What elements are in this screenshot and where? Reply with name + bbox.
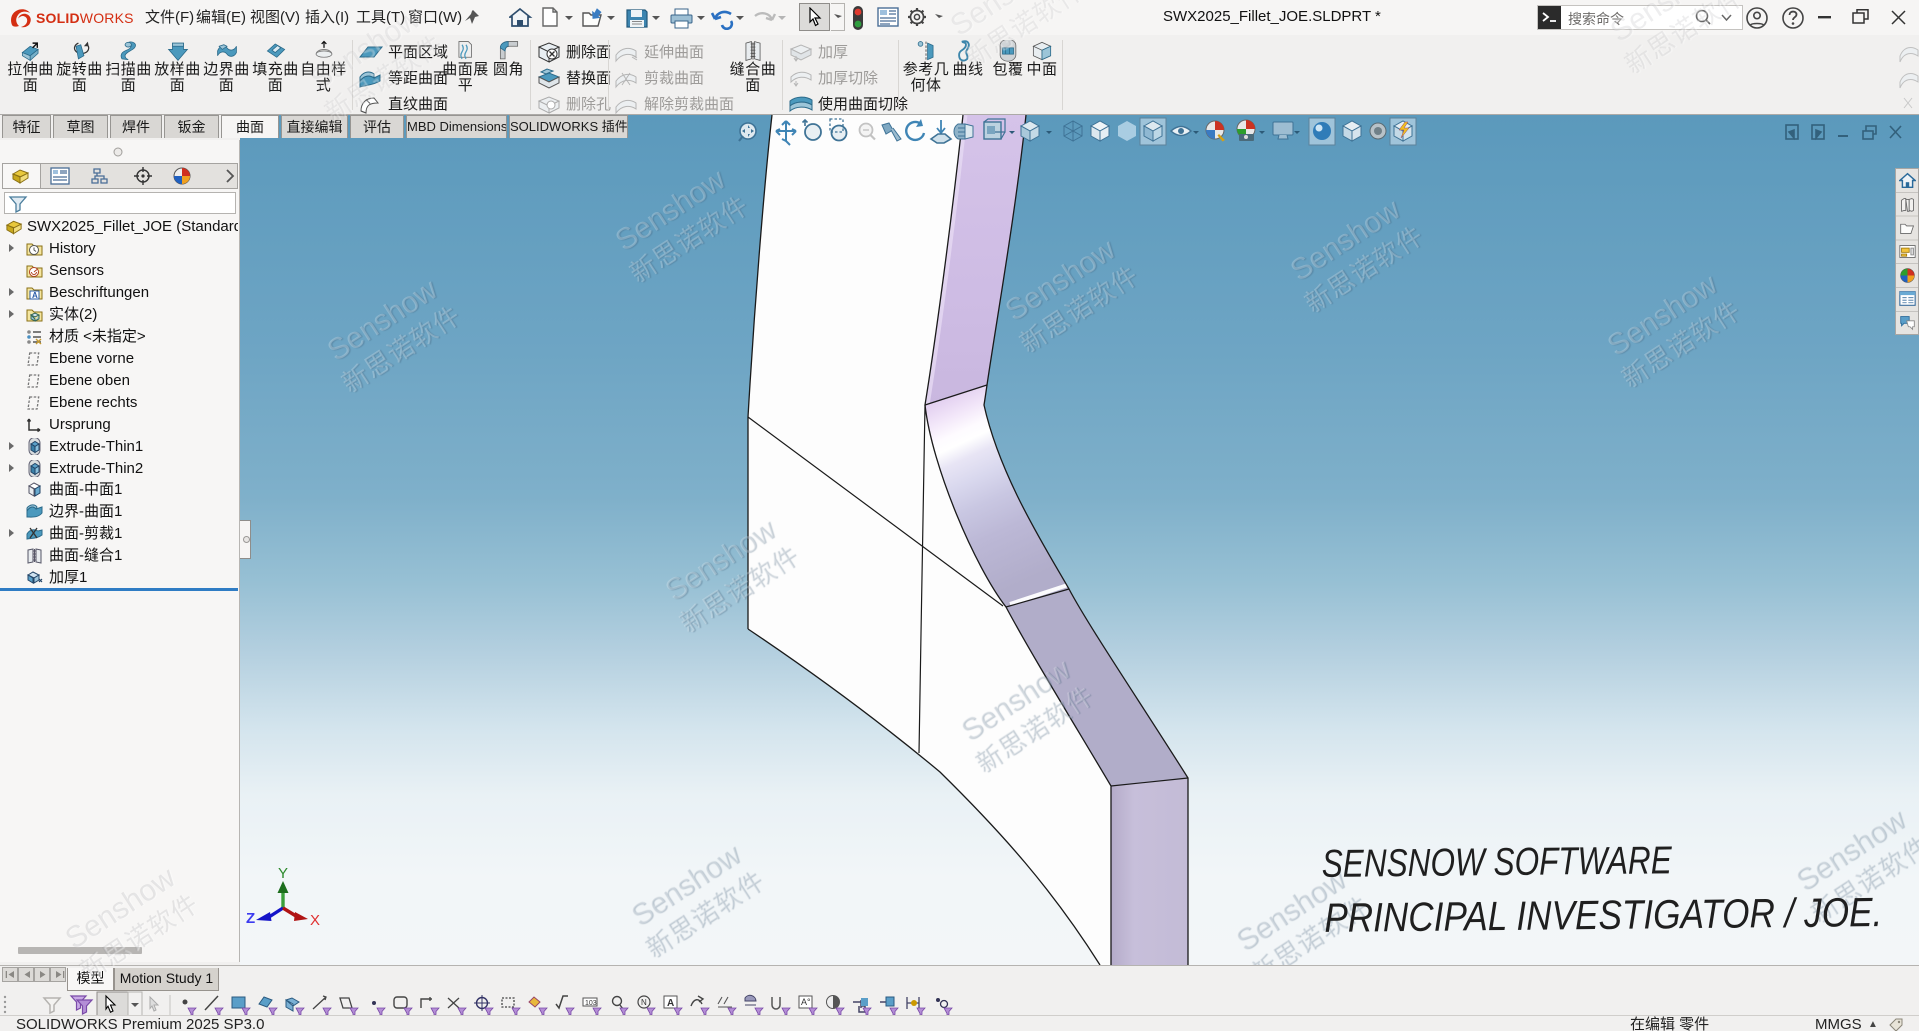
svg-text:A: A: [667, 998, 674, 1009]
svg-text:A: A: [32, 291, 38, 300]
svg-text:Y: Y: [278, 865, 288, 882]
svg-text:A°: A°: [801, 997, 811, 1007]
svg-text:SOLIDWORKS: SOLIDWORKS: [36, 10, 134, 26]
svg-text:103: 103: [585, 1000, 597, 1007]
svg-text:N: N: [641, 998, 647, 1007]
svg-text:X: X: [310, 912, 320, 929]
svg-text:SENSNOW SOFTWARE: SENSNOW SOFTWARE: [1322, 839, 1673, 886]
svg-text:Z: Z: [246, 910, 255, 927]
svg-text:PRINCIPAL INVESTIGATOR / JOE.: PRINCIPAL INVESTIGATOR / JOE.: [1324, 889, 1882, 941]
